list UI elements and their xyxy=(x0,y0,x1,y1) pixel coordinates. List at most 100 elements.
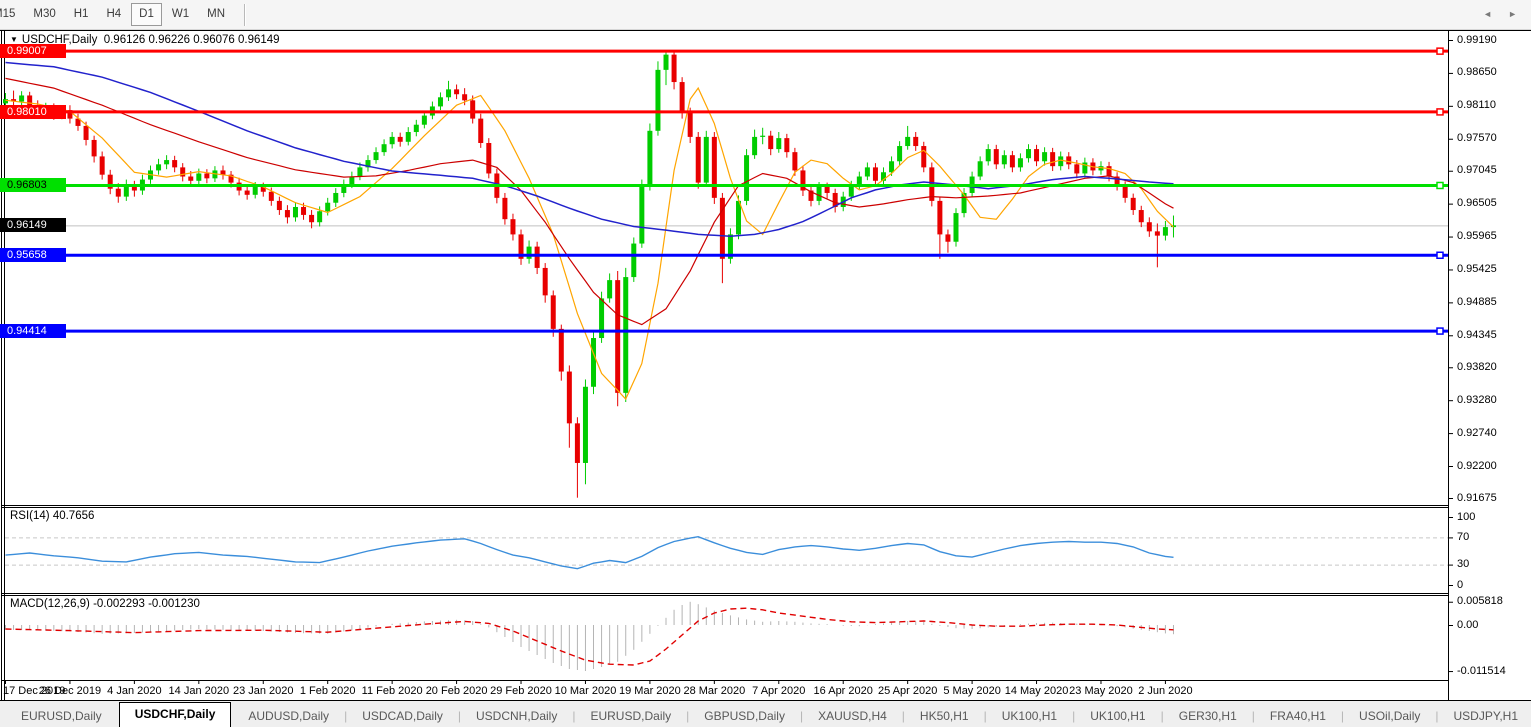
tab-scroll-controls: ◄ ► xyxy=(1483,9,1517,19)
candle-body xyxy=(325,203,330,212)
candle-body xyxy=(1163,227,1168,236)
candle-body xyxy=(543,268,548,295)
macd-axis-tick-label: 0.00 xyxy=(1457,619,1478,631)
candle-body xyxy=(615,280,620,393)
candle-body xyxy=(921,146,926,167)
candle-body xyxy=(438,97,443,106)
candle-body xyxy=(277,201,282,210)
candle-body xyxy=(953,213,958,242)
candle-body xyxy=(905,137,910,146)
candle-body xyxy=(398,137,403,142)
candle-body xyxy=(849,186,854,197)
tab-scroll-right-icon[interactable]: ► xyxy=(1508,9,1517,19)
price-axis-tick-label: 0.98110 xyxy=(1457,99,1496,111)
tab-scroll-left-icon[interactable]: ◄ xyxy=(1483,9,1492,19)
hline-handle[interactable] xyxy=(1437,328,1443,334)
price-line-badge: 0.98010 xyxy=(0,105,66,119)
candle-body xyxy=(1131,198,1136,210)
candle-body xyxy=(752,137,757,155)
hline-handle[interactable] xyxy=(1437,48,1443,54)
ma-medium xyxy=(6,78,1174,324)
candle-body xyxy=(704,137,709,183)
price-axis-tick-label: 0.96505 xyxy=(1457,197,1497,209)
candle-body xyxy=(1123,186,1128,198)
candle-body xyxy=(575,423,580,463)
date-tick-label: 28 Mar 2020 xyxy=(683,685,745,697)
price-line-badge: 0.99007 xyxy=(0,44,66,58)
candle-body xyxy=(825,187,830,193)
price-axis-tick-label: 0.93280 xyxy=(1457,394,1497,406)
candle-body xyxy=(164,160,169,164)
price-line-badge: 0.94414 xyxy=(0,324,66,338)
candle-body xyxy=(349,177,354,185)
rsi-axis-tick-label: 0 xyxy=(1457,579,1463,591)
candle-body xyxy=(889,161,894,172)
date-tick-label: 25 Apr 2020 xyxy=(878,685,937,697)
candle-body xyxy=(937,201,942,235)
hline-handle[interactable] xyxy=(1437,182,1443,188)
price-axis-tick-label: 0.94345 xyxy=(1457,329,1497,341)
date-tick-label: 7 Apr 2020 xyxy=(752,685,805,697)
macd-signal-line xyxy=(6,608,1174,665)
candle-body xyxy=(639,186,644,244)
candlestick-series xyxy=(3,51,1176,498)
candle-body xyxy=(567,372,572,424)
macd-axis-tick-label: 0.005818 xyxy=(1457,595,1503,607)
candle-body xyxy=(486,143,491,173)
candle-body xyxy=(3,99,8,103)
horizontal-lines[interactable] xyxy=(3,48,1448,334)
candle-body xyxy=(470,100,475,118)
candle-body xyxy=(1010,155,1015,167)
chart-ohlc-values: 0.96126 0.96226 0.96076 0.96149 xyxy=(104,34,280,46)
price-axis-tick-label: 0.92200 xyxy=(1457,460,1497,472)
candle-body xyxy=(962,193,967,213)
candle-body xyxy=(1050,152,1055,166)
date-tick-label: 23 Jan 2020 xyxy=(233,685,294,697)
price-axis-tick-label: 0.94885 xyxy=(1457,296,1497,308)
candle-body xyxy=(1066,156,1071,164)
candle-body xyxy=(100,156,105,174)
candle-body xyxy=(527,247,532,259)
candle-body xyxy=(647,131,652,186)
candle-body xyxy=(817,187,822,201)
candle-body xyxy=(873,167,878,180)
candle-body xyxy=(84,126,89,140)
candle-body xyxy=(204,173,209,178)
candle-body xyxy=(422,116,427,125)
rsi-line xyxy=(6,537,1174,569)
candle-body xyxy=(245,191,250,195)
hline-handle[interactable] xyxy=(1437,252,1443,258)
date-tick-label: 23 May 2020 xyxy=(1069,685,1133,697)
price-axis-tick-label: 0.95965 xyxy=(1457,230,1497,242)
candle-body xyxy=(1018,158,1023,167)
candle-body xyxy=(1147,222,1152,231)
hline-handle[interactable] xyxy=(1437,109,1443,115)
trading-terminal-window: M15M30H1H4D1W1MN ▼USDCHF,Daily 0.96126 0… xyxy=(0,0,1531,727)
candle-body xyxy=(865,167,870,176)
candle-body xyxy=(978,161,983,176)
current-price-badge: 0.96149 xyxy=(0,218,66,232)
price-line-badge: 0.96803 xyxy=(0,178,66,192)
candle-body xyxy=(357,167,362,176)
candle-body xyxy=(994,149,999,164)
price-axis-tick-label: 0.97570 xyxy=(1457,132,1497,144)
candle-body xyxy=(1034,149,1039,161)
date-tick-label: 10 Mar 2020 xyxy=(555,685,617,697)
date-tick-label: 19 Mar 2020 xyxy=(619,685,681,697)
date-tick-label: 11 Feb 2020 xyxy=(362,685,423,697)
candle-body xyxy=(414,125,419,132)
candle-body xyxy=(535,247,540,268)
candle-body xyxy=(744,155,749,201)
candle-body xyxy=(623,277,628,393)
candle-body xyxy=(188,177,193,181)
candle-body xyxy=(551,295,556,329)
candle-body xyxy=(945,234,950,241)
price-axis-tick-label: 0.98650 xyxy=(1457,66,1497,78)
candle-body xyxy=(784,138,789,152)
ma-fast-line xyxy=(6,88,1174,399)
chart-dropdown-icon[interactable]: ▼ xyxy=(10,35,18,44)
price-axis-tick-label: 0.95425 xyxy=(1457,263,1497,275)
candle-body xyxy=(1002,155,1007,164)
candle-body xyxy=(1139,210,1144,222)
candle-body xyxy=(382,144,387,152)
